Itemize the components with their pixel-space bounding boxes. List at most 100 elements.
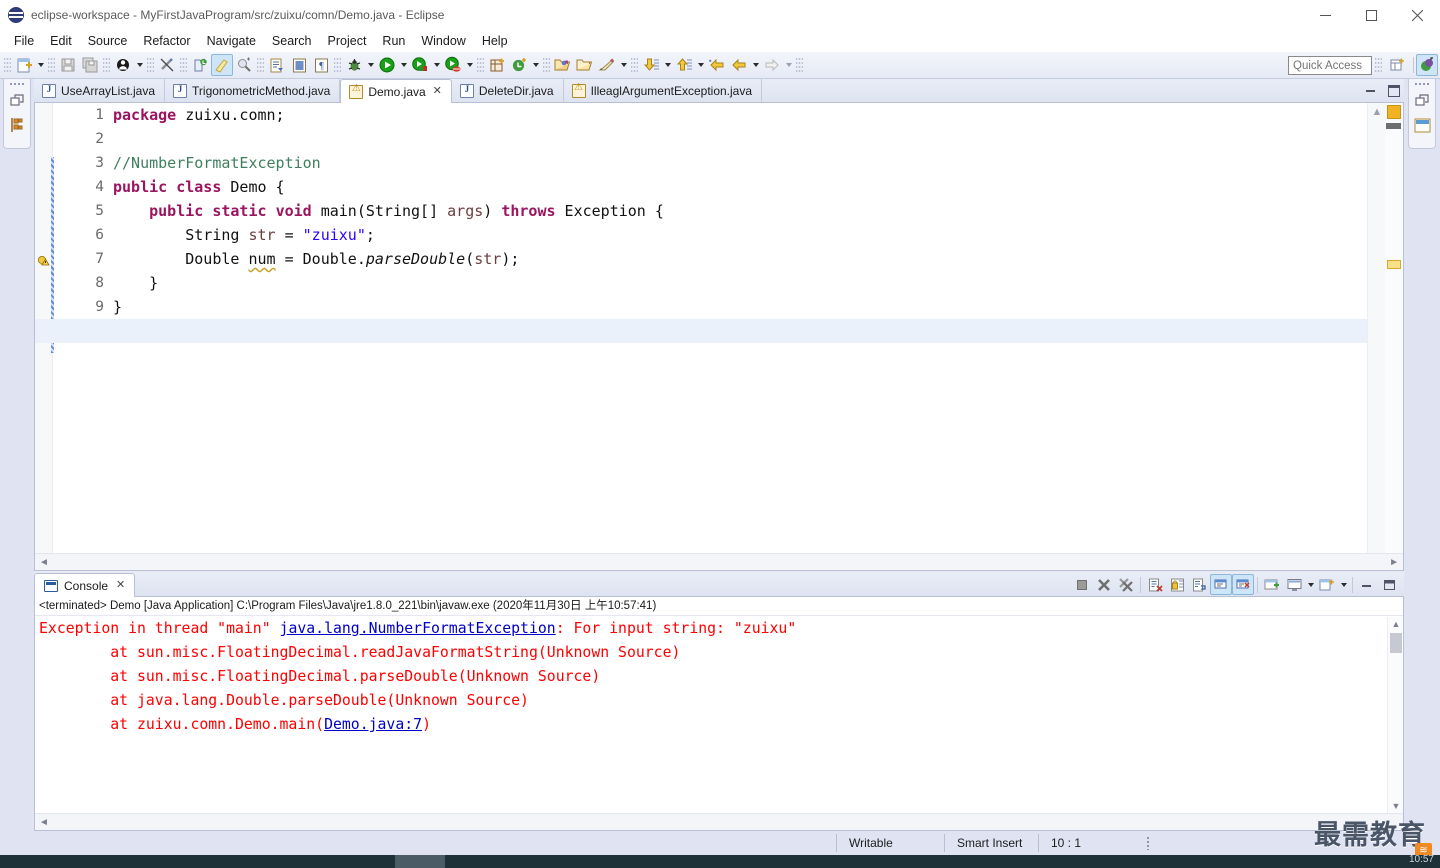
show-console-on-output-icon[interactable]: [1210, 574, 1232, 595]
toolbar-grip-10[interactable]: [631, 56, 638, 74]
back-last-edit-icon[interactable]: [706, 54, 728, 76]
editor-tab-usearraylist[interactable]: UseArrayList.java: [34, 79, 166, 102]
forward-icon[interactable]: [761, 54, 783, 76]
menu-file[interactable]: File: [6, 32, 42, 50]
left-strip-grip[interactable]: [9, 82, 25, 87]
new-java-package-icon[interactable]: [508, 54, 530, 76]
console-scroll-up-icon[interactable]: ▲: [1388, 617, 1404, 631]
menu-help[interactable]: Help: [474, 32, 516, 50]
menu-navigate[interactable]: Navigate: [199, 32, 264, 50]
display-console-dropdown-icon[interactable]: [1305, 582, 1316, 587]
close-button[interactable]: [1394, 0, 1440, 30]
open-type-icon[interactable]: [211, 54, 233, 76]
java-perspective-icon[interactable]: [1416, 54, 1438, 76]
toolbar-grip-4[interactable]: [147, 56, 154, 74]
next-annotation-dropdown-icon[interactable]: [662, 54, 673, 76]
quick-access-input[interactable]: [1288, 56, 1372, 75]
taskbar-active-app[interactable]: [395, 855, 445, 868]
back-icon[interactable]: [728, 54, 750, 76]
coverage-dropdown-icon[interactable]: [464, 54, 475, 76]
package-explorer-icon[interactable]: [7, 115, 27, 135]
debug-dropdown-icon[interactable]: [365, 54, 376, 76]
new-java-class-icon[interactable]: [189, 54, 211, 76]
next-edit-location-icon[interactable]: [266, 54, 288, 76]
pin-dropdown-icon[interactable]: [618, 54, 629, 76]
restore-view-icon-right[interactable]: [1412, 91, 1432, 111]
console-link[interactable]: Demo.java:7: [324, 716, 422, 733]
scroll-lock-icon[interactable]: [1166, 574, 1188, 595]
menu-source[interactable]: Source: [80, 32, 136, 50]
toolbar-grip-7[interactable]: [334, 56, 341, 74]
scroll-right-icon[interactable]: ►: [1389, 557, 1399, 568]
back-dropdown-icon[interactable]: [750, 54, 761, 76]
show-whitespace-icon[interactable]: ¶: [310, 54, 332, 76]
new-java-project-icon[interactable]: [486, 54, 508, 76]
remove-launch-icon[interactable]: [1093, 574, 1115, 595]
menu-window[interactable]: Window: [413, 32, 473, 50]
pin-editor-icon[interactable]: [596, 54, 618, 76]
console-horizontal-scrollbar[interactable]: ◄: [35, 813, 1403, 830]
previous-annotation-dropdown-icon[interactable]: [695, 54, 706, 76]
open-console-icon[interactable]: [1316, 574, 1338, 595]
editor-scrollbar-thumb[interactable]: [1386, 123, 1401, 129]
menu-run[interactable]: Run: [374, 32, 413, 50]
scroll-left-icon[interactable]: ◄: [39, 557, 49, 568]
editor-tab-trigonometricmethod[interactable]: TrigonometricMethod.java: [165, 79, 341, 102]
console-vertical-scrollbar[interactable]: ▲ ▼: [1387, 617, 1403, 813]
save-icon[interactable]: [57, 54, 79, 76]
search-icon[interactable]: [233, 54, 255, 76]
new-wizard-icon[interactable]: [13, 54, 35, 76]
menu-search[interactable]: Search: [264, 32, 320, 50]
console-stack-trace[interactable]: Exception in thread "main" java.lang.Num…: [39, 617, 1383, 737]
run-dropdown-icon[interactable]: [398, 54, 409, 76]
toolbar-grip[interactable]: [4, 56, 11, 74]
new-wizard-dropdown-icon[interactable]: [35, 54, 46, 76]
toolbar-grip-8[interactable]: [477, 56, 484, 74]
console-minimize-icon[interactable]: [1356, 574, 1378, 595]
forward-dropdown-icon[interactable]: [783, 54, 794, 76]
console-maximize-icon[interactable]: [1378, 574, 1400, 595]
editor-tab-demo[interactable]: Demo.java ✕: [340, 79, 452, 103]
restore-view-icon[interactable]: [7, 91, 27, 111]
display-selected-console-icon[interactable]: [1283, 574, 1305, 595]
pin-console-icon[interactable]: [1261, 574, 1283, 595]
previous-annotation-icon[interactable]: [673, 54, 695, 76]
source-code[interactable]: package zuixu.comn; //NumberFormatExcept…: [35, 103, 1403, 570]
status-resize-grip[interactable]: [1146, 836, 1150, 850]
console-tab-close-icon[interactable]: ✕: [116, 580, 125, 591]
run-external-tools-icon[interactable]: [409, 54, 431, 76]
toolbar-grip-6[interactable]: [257, 56, 264, 74]
open-console-dropdown-icon[interactable]: [1338, 582, 1349, 587]
breakpoint-dropdown-icon[interactable]: [134, 54, 145, 76]
toolbar-grip-3[interactable]: [103, 56, 110, 74]
console-link[interactable]: java.lang.NumberFormatException: [280, 620, 556, 637]
editor-vertical-scrollbar[interactable]: [1385, 121, 1403, 570]
toggle-mark-occurrences-icon[interactable]: [156, 54, 178, 76]
menu-edit[interactable]: Edit: [42, 32, 80, 50]
open-perspective-button-icon[interactable]: [1386, 54, 1408, 76]
open-perspective-icon[interactable]: [574, 54, 596, 76]
menu-refactor[interactable]: Refactor: [135, 32, 198, 50]
save-all-icon[interactable]: [79, 54, 101, 76]
toolbar-grip-12[interactable]: [1375, 56, 1382, 74]
editor-maximize-icon[interactable]: [1386, 82, 1400, 97]
editor-tab-close-icon[interactable]: ✕: [433, 86, 442, 97]
menu-project[interactable]: Project: [320, 32, 375, 50]
console-scroll-left-icon[interactable]: ◄: [39, 817, 49, 828]
right-strip-grip[interactable]: [1414, 82, 1430, 87]
skip-breakpoints-icon[interactable]: [112, 54, 134, 76]
editor-horizontal-scrollbar[interactable]: ◄ ►: [35, 553, 1403, 570]
editor-overview-ruler[interactable]: ▲: [1367, 103, 1403, 570]
scroll-up-icon[interactable]: ▲: [1371, 107, 1383, 118]
toolbar-grip-2[interactable]: [48, 56, 55, 74]
toolbar-grip-5[interactable]: [180, 56, 187, 74]
console-output-panel[interactable]: <terminated> Demo [Java Application] C:\…: [34, 597, 1404, 831]
editor-tab-deletedir[interactable]: DeleteDir.java: [452, 79, 564, 102]
overview-warning-marker[interactable]: [1387, 105, 1401, 119]
code-editor[interactable]: 1 2 3 4 5 6 7 8 9 10 package zuixu.comn;…: [34, 103, 1404, 571]
console-scrollbar-thumb[interactable]: [1390, 633, 1402, 653]
debug-icon[interactable]: [343, 54, 365, 76]
console-tab[interactable]: Console ✕: [34, 573, 136, 597]
run-icon[interactable]: [376, 54, 398, 76]
clear-console-icon[interactable]: [1144, 574, 1166, 595]
